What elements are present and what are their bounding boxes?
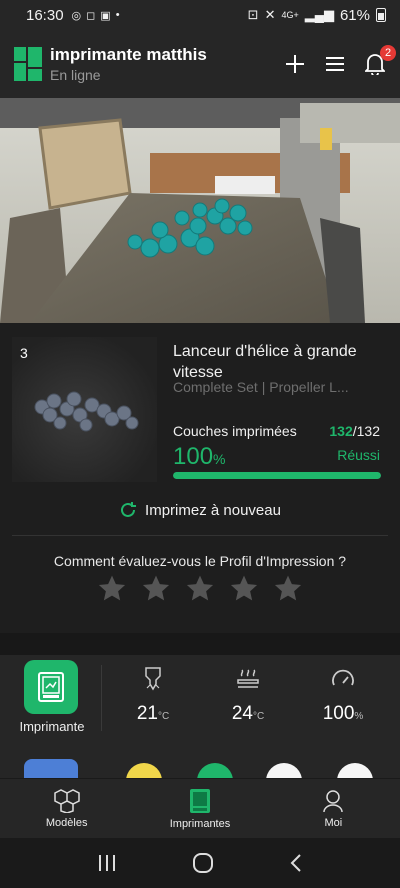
tab-models[interactable]: Modèles (0, 779, 133, 838)
model-thumbnail[interactable]: 3 (12, 337, 157, 482)
panel-divider (101, 665, 102, 731)
tab-printers[interactable]: Imprimantes (133, 779, 266, 838)
layers-current: 132 (329, 423, 353, 439)
battery-icon (376, 8, 386, 22)
heatbed-icon (237, 669, 259, 688)
nozzle-icon (145, 667, 161, 691)
plate-number: 3 (20, 345, 28, 361)
mute-icon: ✕ (264, 7, 276, 22)
print-job-card: 3 Lanceur d'hélice à grande vitesse Comp… (0, 323, 400, 633)
job-title: Lanceur d'hélice à grande vitesse (173, 343, 357, 381)
nozzle-temp[interactable]: 21°C (118, 667, 188, 725)
bed-temp[interactable]: 24°C (213, 667, 283, 725)
device-panel: Imprimante 21°C 24°C 100% (0, 655, 400, 778)
rating-star-icon[interactable] (140, 573, 172, 605)
recent-apps-icon[interactable] (97, 854, 117, 872)
bed-temp-unit: °C (252, 711, 265, 722)
filament-slot-green[interactable] (197, 763, 233, 778)
filament-slot-yellow[interactable] (126, 763, 162, 778)
home-icon[interactable] (192, 852, 214, 874)
instagram-notification-icon: ◻ (86, 9, 96, 22)
percent-unit: % (213, 451, 226, 467)
layers-label: Couches imprimées (173, 423, 297, 439)
rating-star-icon[interactable] (96, 573, 128, 605)
printer-tile[interactable] (24, 660, 78, 714)
signal-icon: ▂▄▆ (304, 7, 334, 22)
nozzle-temp-unit: °C (157, 711, 170, 722)
secondary-tile[interactable] (24, 759, 78, 778)
progress-percent: 100% (173, 443, 226, 471)
filament-slot-white-1[interactable] (266, 763, 302, 778)
rating-question: Comment évaluez-vous le Profil d'Impress… (53, 553, 347, 569)
bambu-logo-icon (14, 47, 42, 81)
printer-status: En ligne (50, 67, 101, 83)
notification-badge: 2 (380, 45, 396, 61)
network-label: 4G+ (281, 10, 299, 20)
tab-models-label: Modèles (45, 816, 88, 829)
printer-icon (38, 672, 64, 702)
battery-label: 61% (339, 6, 370, 24)
layers-total: /132 (352, 423, 380, 439)
gallery-notification-icon: ▣ (100, 9, 111, 22)
models-icon (53, 788, 80, 813)
refresh-icon (121, 502, 137, 517)
status-bar: 16:30 ◎ ◻ ▣ • ⊡ ✕ 4G+ ▂▄▆ 61% (0, 0, 400, 30)
clock: 16:30 (26, 6, 64, 24)
rating-star-icon[interactable] (272, 573, 304, 605)
rating-star-icon[interactable] (184, 573, 216, 605)
menu-icon (326, 57, 344, 71)
reprint-button[interactable]: Imprimez à nouveau (0, 495, 400, 525)
model-preview-image (34, 391, 139, 432)
layers-count: 132/132 (329, 423, 380, 439)
app-header: imprimante matthis En ligne 2 (0, 30, 400, 98)
dot-icon: • (115, 9, 120, 21)
notifications-button[interactable]: 2 (364, 45, 396, 75)
printer-tab-icon (189, 788, 210, 813)
nozzle-temp-value: 21 (136, 703, 158, 724)
camera-feed[interactable] (0, 98, 400, 323)
lock-icon: ⊡ (247, 7, 259, 22)
speed-value: 100 (322, 703, 355, 724)
bottom-tab-bar: Modèles Imprimantes Moi (0, 778, 400, 838)
progress-bar (173, 472, 381, 479)
tab-me-label: Moi (324, 816, 343, 829)
chrome-notification-icon: ◎ (71, 9, 82, 22)
percent-value: 100 (173, 443, 214, 470)
job-status: Réussi (337, 447, 380, 463)
filament-slot-white-2[interactable] (337, 763, 373, 778)
tab-me[interactable]: Moi (267, 779, 400, 838)
section-separator (0, 633, 400, 655)
printer-tile-label: Imprimante (19, 719, 85, 734)
bed-temp-value: 24 (231, 703, 253, 724)
plus-icon (286, 55, 304, 73)
printer-selector[interactable]: imprimante matthis En ligne (50, 45, 207, 83)
reprint-label: Imprimez à nouveau (145, 501, 281, 519)
speed-gauge-icon (332, 669, 354, 686)
progress-bar-fill (173, 472, 381, 479)
divider (12, 535, 388, 536)
camera-image (0, 98, 400, 323)
rating-stars (0, 573, 400, 605)
job-subtitle: Complete Set | Propeller L... (173, 379, 349, 395)
system-navigation-bar (0, 838, 400, 888)
tab-printers-label: Imprimantes (169, 817, 231, 830)
printer-name: imprimante matthis (50, 45, 207, 64)
add-button[interactable] (284, 53, 306, 75)
menu-button[interactable] (324, 53, 346, 75)
speed-unit: % (354, 711, 364, 722)
rating-star-icon[interactable] (228, 573, 260, 605)
fan-speed[interactable]: 100% (308, 667, 378, 725)
user-icon (323, 789, 344, 812)
back-icon[interactable] (289, 853, 303, 873)
